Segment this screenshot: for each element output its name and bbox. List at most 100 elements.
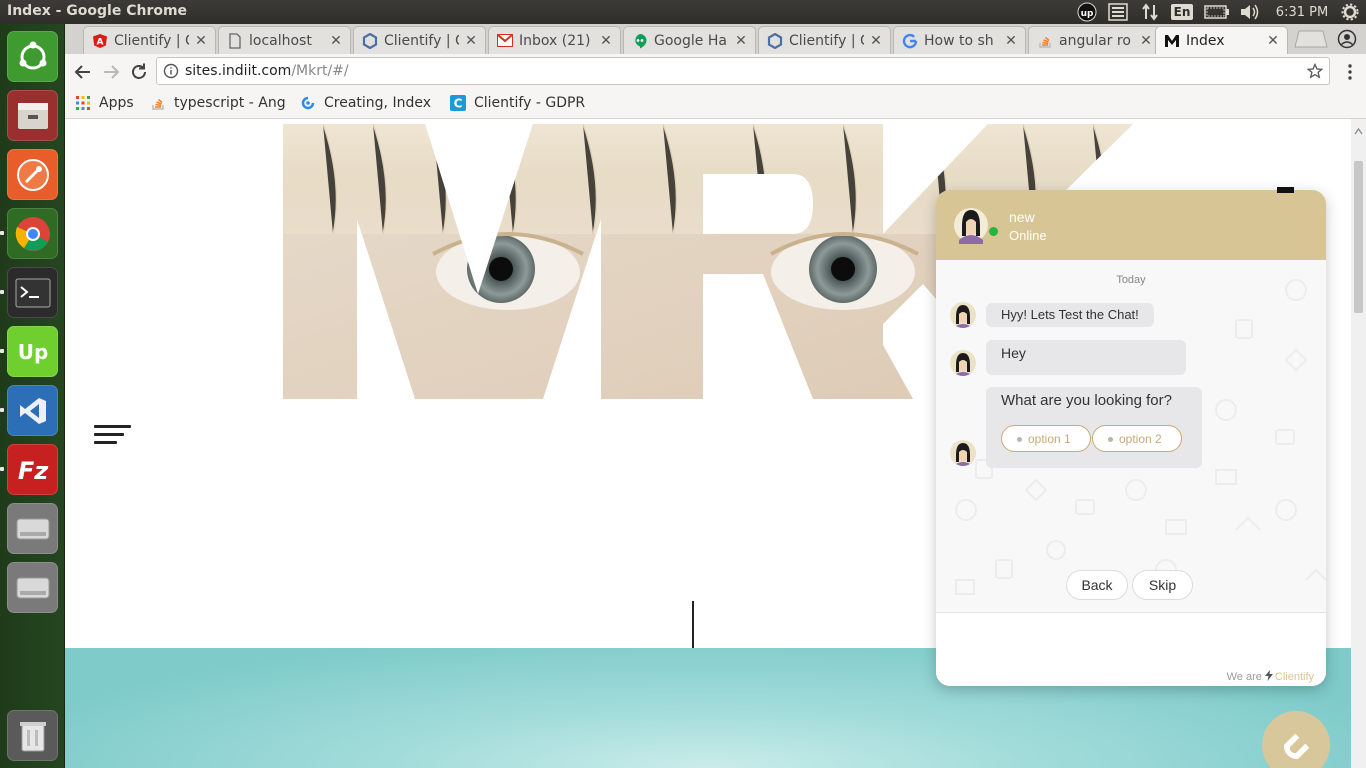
browser-tab[interactable]: localhost ✕ — [218, 26, 351, 54]
footer-brand[interactable]: Clientify — [1275, 671, 1314, 683]
address-bar[interactable]: sites.indiit.com/Mkrt/#/ — [156, 57, 1330, 85]
svg-text:C: C — [454, 97, 463, 111]
page-scrollbar[interactable] — [1351, 119, 1366, 768]
browser-tab[interactable]: Clientify | C ✕ — [758, 26, 891, 54]
back-arrow-icon[interactable] — [72, 61, 94, 83]
running-indicator — [0, 231, 4, 235]
browser-tab[interactable]: Google Ha ✕ — [623, 26, 756, 54]
chat-input-area[interactable]: We are Clientify — [936, 612, 1326, 686]
tab-close-icon[interactable]: ✕ — [598, 33, 614, 49]
running-indicator — [0, 349, 4, 353]
filezilla-icon[interactable]: Fz — [7, 444, 58, 495]
info-icon[interactable] — [163, 63, 179, 79]
agent-avatar-small — [950, 440, 976, 466]
reload-icon[interactable] — [128, 61, 150, 83]
agent-message-bubble-options: What are you looking for? option 1 optio… — [986, 387, 1202, 468]
browser-tab[interactable]: How to sh ✕ — [893, 26, 1026, 54]
vscode-icon[interactable] — [7, 385, 58, 436]
upwork-tray-icon[interactable]: up — [1076, 2, 1098, 22]
browser-tab-active[interactable]: Index ✕ — [1155, 26, 1288, 54]
chrome-icon[interactable] — [7, 208, 58, 259]
new-tab-button[interactable] — [1293, 30, 1329, 48]
hangouts-icon — [632, 33, 648, 49]
more-menu-icon[interactable] — [1343, 63, 1357, 81]
magnet-icon — [1283, 732, 1311, 760]
date-divider: Today — [1116, 274, 1146, 286]
clock[interactable]: 6:31 PM — [1270, 2, 1334, 22]
drive-icon[interactable] — [7, 503, 58, 554]
agent-message-bubble: Hyy! Lets Test the Chat! — [986, 303, 1154, 327]
profile-icon[interactable] — [1337, 29, 1357, 49]
tab-close-icon[interactable]: ✕ — [1138, 33, 1154, 49]
bookmark-creating-index[interactable]: Creating, Index — [300, 95, 431, 111]
stackoverflow-icon — [1037, 33, 1053, 49]
agent-avatar-small — [950, 350, 976, 376]
running-indicator — [0, 467, 4, 471]
tab-title: Inbox (21) — [519, 32, 591, 49]
window-title: Index - Google Chrome — [7, 3, 188, 19]
tab-close-icon[interactable]: ✕ — [328, 33, 344, 49]
scroll-indicator-line — [692, 601, 694, 648]
bookmark-apps[interactable]: Apps — [75, 95, 134, 111]
tab-title: Index — [1186, 32, 1225, 49]
skip-button[interactable]: Skip — [1132, 570, 1193, 600]
menu-line — [94, 425, 131, 428]
upwork-icon[interactable]: Up — [7, 326, 58, 377]
network-transfer-icon[interactable] — [1139, 2, 1161, 22]
hamburger-menu-icon[interactable] — [94, 425, 131, 449]
svg-text:A: A — [97, 37, 104, 47]
files-icon[interactable] — [7, 90, 58, 141]
trash-icon[interactable] — [7, 710, 58, 761]
battery-icon[interactable] — [1203, 2, 1231, 22]
bookmark-clientify-gdpr[interactable]: C Clientify - GDPR — [450, 95, 585, 111]
clientify-icon: C — [450, 95, 466, 111]
browser-tab[interactable]: angular ro ✕ — [1028, 26, 1161, 54]
tab-close-icon[interactable]: ✕ — [1265, 33, 1281, 49]
tab-close-icon[interactable]: ✕ — [1003, 33, 1019, 49]
browser-tab[interactable]: A Clientify | C ✕ — [83, 26, 216, 54]
volume-icon[interactable] — [1238, 2, 1262, 22]
tab-title: Google Ha — [654, 32, 727, 49]
agent-name: new — [1009, 209, 1035, 225]
gmail-icon — [497, 33, 513, 49]
google-icon — [902, 33, 918, 49]
chat-messages: Today Hyy! Lets Test the Chat! Hey What … — [936, 260, 1326, 612]
tab-close-icon[interactable]: ✕ — [193, 33, 209, 49]
tab-close-icon[interactable]: ✕ — [733, 33, 749, 49]
tab-title: Clientify | C — [114, 32, 189, 49]
online-status-dot — [988, 226, 999, 237]
browser-tab[interactable]: Inbox (21) ✕ — [488, 26, 621, 54]
browser-tab[interactable]: Clientify | C ✕ — [353, 26, 486, 54]
gear-icon[interactable] — [1339, 2, 1361, 22]
option-1-button[interactable]: option 1 — [1001, 425, 1091, 452]
bookmark-label: Clientify - GDPR — [474, 95, 586, 111]
bookmark-typescript[interactable]: typescript - Ang — [150, 95, 286, 111]
hexagon-icon — [362, 32, 378, 49]
menu-list-icon[interactable] — [1106, 2, 1130, 22]
svg-text:Fz: Fz — [17, 457, 48, 485]
forward-arrow-icon[interactable] — [100, 61, 122, 83]
agent-avatar — [954, 204, 992, 244]
chat-header: new Online — [936, 190, 1326, 260]
keyboard-layout-label: En — [1170, 4, 1194, 20]
tab-close-icon[interactable]: ✕ — [463, 33, 479, 49]
ubuntu-dash-icon[interactable] — [7, 31, 58, 82]
agent-status: Online — [1009, 228, 1047, 243]
postman-icon[interactable] — [7, 149, 58, 200]
drive-icon[interactable] — [7, 562, 58, 613]
scroll-up-arrow-icon[interactable] — [1354, 121, 1363, 135]
bookmark-star-icon[interactable] — [1306, 62, 1324, 79]
page-icon — [227, 32, 243, 49]
tab-title: Clientify | C — [789, 32, 864, 49]
page-icon-fragment — [1277, 187, 1294, 193]
running-indicator — [0, 408, 4, 412]
terminal-icon[interactable] — [7, 267, 58, 318]
tab-close-icon[interactable]: ✕ — [868, 33, 884, 49]
keyboard-layout-indicator[interactable]: En — [1170, 2, 1194, 22]
angular-icon: A — [92, 33, 108, 49]
option-2-button[interactable]: option 2 — [1092, 425, 1182, 452]
browser-toolbar: sites.indiit.com/Mkrt/#/ — [65, 54, 1366, 89]
scrollbar-thumb[interactable] — [1354, 161, 1363, 313]
blue-swirl-icon — [300, 95, 316, 111]
back-button[interactable]: Back — [1066, 570, 1128, 600]
